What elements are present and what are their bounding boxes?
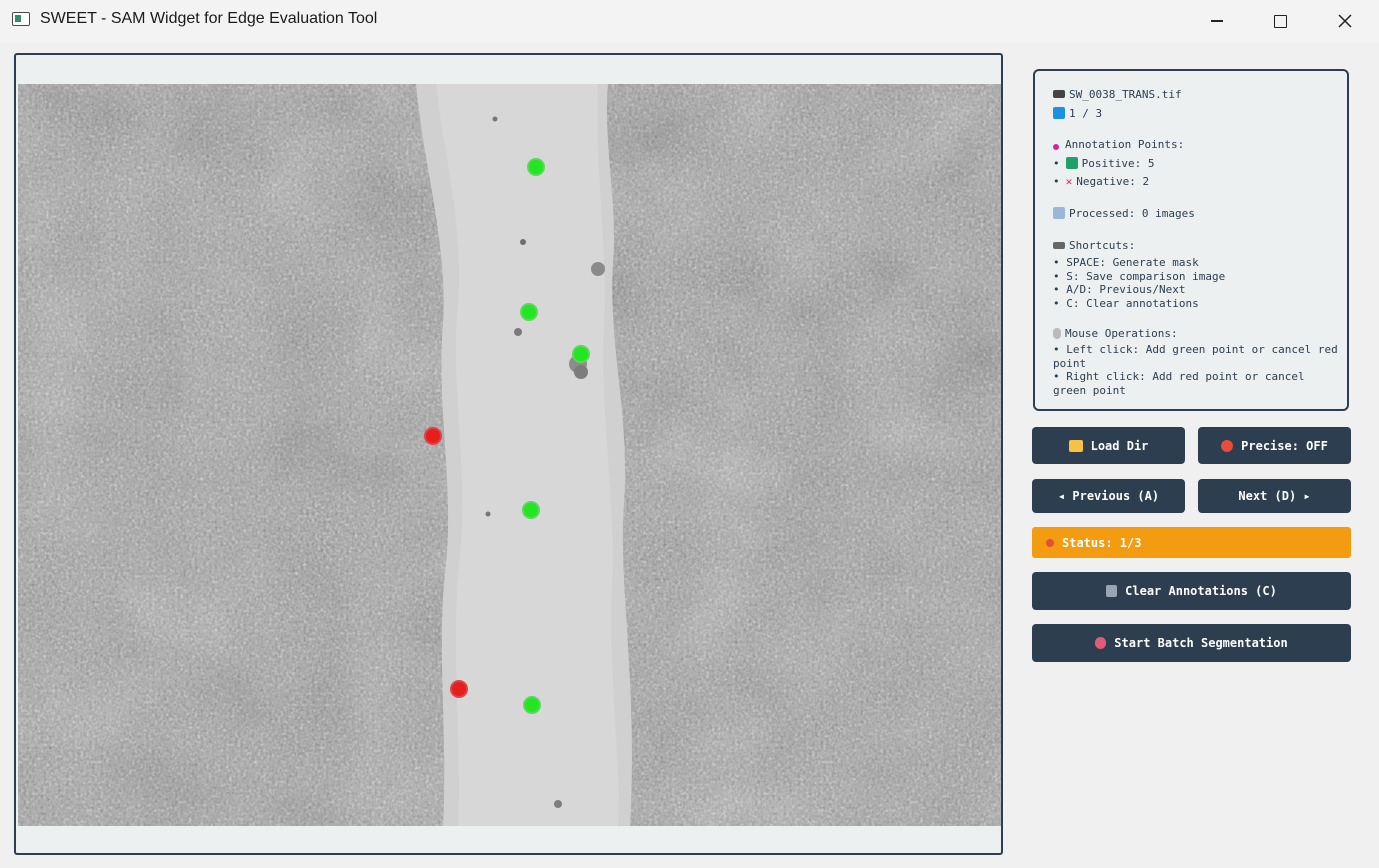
positive-point[interactable] — [523, 696, 541, 714]
image-panel — [14, 53, 1003, 855]
file-name-row: SW_0038_TRANS.tif — [1053, 88, 1182, 101]
mouse-header: Mouse Operations: — [1065, 327, 1178, 340]
previous-label: ◂ Previous (A) — [1057, 489, 1160, 503]
positive-point[interactable] — [572, 345, 590, 363]
maximize-button[interactable] — [1249, 0, 1311, 42]
processed-count: Processed: 0 images — [1069, 207, 1195, 220]
load-dir-button[interactable]: Load Dir — [1032, 427, 1185, 464]
target-icon — [1221, 439, 1234, 452]
next-button[interactable]: Next (D) ▸ — [1198, 479, 1351, 513]
positive-row: • Positive: 5 — [1053, 157, 1155, 170]
clear-annotations-button[interactable]: Clear Annotations (C) — [1032, 572, 1351, 610]
mouse-item: • Left click: Add green point or cancel … — [1053, 343, 1338, 370]
app-window-icon — [12, 12, 30, 26]
file-name: SW_0038_TRANS.tif — [1069, 88, 1182, 101]
mouse-icon — [1053, 328, 1061, 339]
load-dir-label: Load Dir — [1090, 438, 1149, 453]
negative-point[interactable] — [450, 680, 468, 698]
mouse-header-row: Mouse Operations: — [1053, 327, 1178, 340]
processed-row: Processed: 0 images — [1053, 207, 1195, 220]
shortcut-item: • A/D: Previous/Next — [1053, 283, 1186, 296]
batch-label: Start Batch Segmentation — [1114, 636, 1288, 650]
trash-icon — [1106, 585, 1118, 597]
next-label: Next (D) ▸ — [1238, 489, 1311, 503]
positive-count: Positive: 5 — [1081, 157, 1155, 170]
maximize-icon — [1273, 14, 1287, 28]
positive-point[interactable] — [522, 501, 540, 519]
status-bar: Status: 1/3 — [1032, 527, 1351, 558]
microscopy-canvas[interactable] — [18, 84, 1001, 826]
pin-icon — [1046, 538, 1054, 547]
precise-label: Precise: OFF — [1241, 438, 1328, 453]
close-icon — [1338, 14, 1352, 28]
window-title: SWEET - SAM Widget for Edge Evaluation T… — [40, 10, 378, 27]
batch-segmentation-button[interactable]: Start Batch Segmentation — [1032, 624, 1351, 662]
image-index: 1 / 3 — [1069, 107, 1103, 120]
index-row: 1 / 3 — [1053, 107, 1102, 120]
status-text: Status: 1/3 — [1062, 535, 1142, 550]
keyboard-icon — [1053, 242, 1065, 249]
info-panel: SW_0038_TRANS.tif 1 / 3 Annotation Point… — [1033, 69, 1349, 411]
cross-icon: ✕ — [1065, 175, 1073, 188]
positive-point[interactable] — [527, 158, 545, 176]
shortcut-item: • S: Save comparison image — [1053, 270, 1226, 283]
annotation-header: Annotation Points: — [1065, 138, 1185, 151]
rocket-icon — [1095, 637, 1107, 649]
title-bar: SWEET - SAM Widget for Edge Evaluation T… — [0, 0, 1379, 42]
close-button[interactable] — [1314, 0, 1376, 42]
minimize-icon — [1211, 20, 1223, 22]
negative-point[interactable] — [424, 427, 442, 445]
annotation-header-row: Annotation Points: — [1053, 138, 1184, 152]
shortcuts-header: Shortcuts: — [1069, 239, 1136, 252]
chart-icon — [1053, 207, 1065, 219]
pin-icon — [1053, 140, 1061, 152]
check-icon — [1065, 157, 1078, 169]
negative-row: • ✕ Negative: 2 — [1053, 175, 1150, 188]
positive-point[interactable] — [520, 303, 538, 321]
clear-label: Clear Annotations (C) — [1125, 584, 1277, 598]
folder-icon — [1068, 439, 1083, 452]
shortcut-item: • SPACE: Generate mask — [1053, 256, 1199, 269]
negative-count: Negative: 2 — [1076, 175, 1150, 188]
precise-toggle-button[interactable]: Precise: OFF — [1198, 427, 1351, 464]
numbers-icon — [1053, 107, 1065, 119]
film-icon — [1053, 90, 1065, 98]
shortcuts-header-row: Shortcuts: — [1053, 239, 1135, 252]
previous-button[interactable]: ◂ Previous (A) — [1032, 479, 1185, 513]
shortcut-item: • C: Clear annotations — [1053, 297, 1199, 310]
minimize-button[interactable] — [1186, 0, 1248, 42]
mouse-item: • Right click: Add red point or cancel g… — [1053, 370, 1305, 397]
microscopy-image[interactable] — [18, 84, 1001, 826]
